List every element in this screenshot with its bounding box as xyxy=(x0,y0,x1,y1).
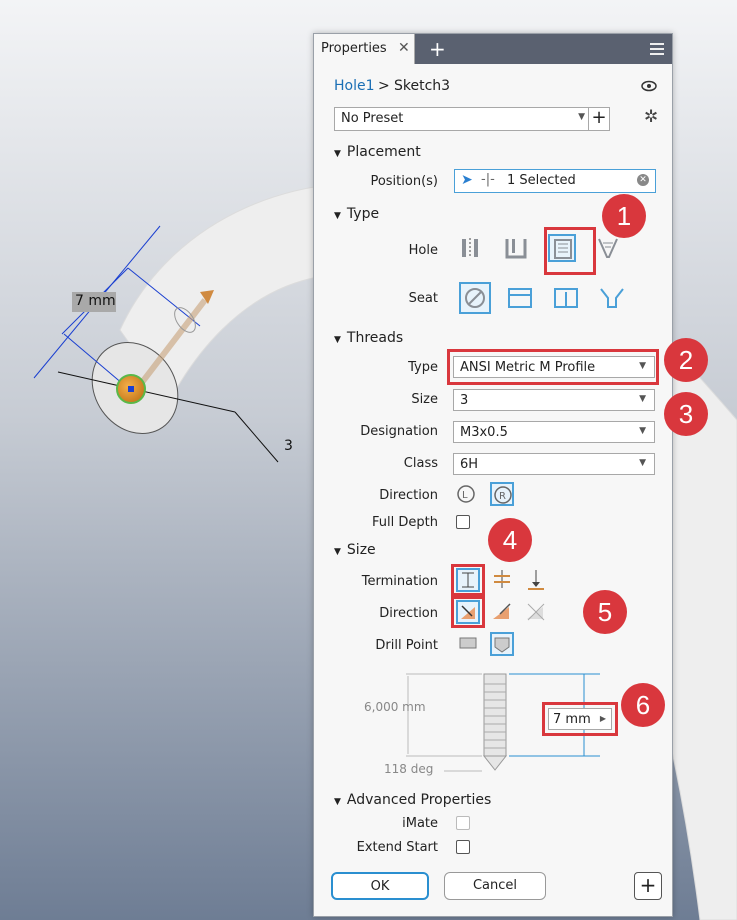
thread-size-label: Size xyxy=(411,392,438,407)
designation-label: Designation xyxy=(360,424,438,439)
callout-badge-4: 4 xyxy=(488,518,532,562)
direction-flipped-button[interactable] xyxy=(490,600,514,624)
position-label: Position(s) xyxy=(370,174,438,189)
dimension-label-box[interactable]: 7 mm xyxy=(72,292,116,312)
thread-direction-label: Direction xyxy=(379,488,438,503)
panel-titlebar: Properties ✕ + xyxy=(314,34,672,64)
sketch-label: 3 xyxy=(284,438,293,454)
callout-badge-6: 6 xyxy=(621,683,665,727)
cursor-arrow-icon: ➤ xyxy=(461,172,473,188)
breadcrumb-sketch: Sketch3 xyxy=(394,78,451,94)
callout-box-2 xyxy=(447,349,659,385)
type-section-header[interactable]: ▼ Type xyxy=(334,206,379,222)
menu-icon[interactable] xyxy=(650,43,664,55)
svg-text:R: R xyxy=(499,491,506,502)
position-value: 1 Selected xyxy=(507,173,576,188)
simple-hole-button[interactable] xyxy=(456,234,484,262)
breadcrumb-hole-link[interactable]: Hole1 xyxy=(334,78,375,94)
direction-symmetric-button[interactable] xyxy=(524,600,548,624)
designation-dropdown[interactable]: M3x0.5 ▼ xyxy=(453,421,655,443)
termination-to-button[interactable] xyxy=(524,568,548,592)
drill-point-angle-button[interactable] xyxy=(490,632,514,656)
callout-badge-5: 5 xyxy=(583,590,627,634)
callout-badge-2: 2 xyxy=(664,338,708,382)
callout-box-4 xyxy=(451,564,485,596)
termination-through-next-button[interactable] xyxy=(490,568,514,592)
depth-value[interactable]: 6,000 mm xyxy=(364,700,426,714)
full-depth-checkbox[interactable] xyxy=(456,515,470,529)
callout-box-1 xyxy=(544,227,596,275)
add-preset-icon[interactable]: + xyxy=(588,108,609,130)
size-direction-label: Direction xyxy=(379,606,438,621)
properties-panel: Properties ✕ + Hole1 > Sketch3 No Preset… xyxy=(313,33,673,917)
hole-label: Hole xyxy=(408,243,438,258)
chevron-down-icon: ▼ xyxy=(639,394,646,404)
spotface-seat-button[interactable] xyxy=(552,284,580,312)
imate-checkbox[interactable] xyxy=(456,816,470,830)
advanced-section-header[interactable]: ▼ Advanced Properties xyxy=(334,792,491,808)
taper-tapped-hole-button[interactable] xyxy=(594,234,622,262)
tab-properties[interactable]: Properties ✕ xyxy=(314,34,415,64)
class-label: Class xyxy=(403,456,438,471)
termination-label: Termination xyxy=(361,574,438,589)
add-icon[interactable]: + xyxy=(634,872,662,900)
thread-size-value: 3 xyxy=(460,393,469,408)
class-dropdown[interactable]: 6H ▼ xyxy=(453,453,655,475)
counterbore-seat-button[interactable] xyxy=(506,284,534,312)
class-value: 6H xyxy=(460,457,479,472)
seat-label: Seat xyxy=(408,291,438,306)
imate-label: iMate xyxy=(402,816,438,831)
extend-start-checkbox[interactable] xyxy=(456,840,470,854)
left-hand-thread-button[interactable]: L xyxy=(454,482,478,506)
chevron-down-icon: ▼ xyxy=(639,426,646,436)
thread-size-dropdown[interactable]: 3 ▼ xyxy=(453,389,655,411)
dimension-label: 7 mm xyxy=(75,293,116,309)
add-tab-icon[interactable]: + xyxy=(429,37,446,61)
cancel-button[interactable]: Cancel xyxy=(444,872,546,900)
threads-section-header[interactable]: ▼ Threads xyxy=(334,330,403,346)
breadcrumb-separator: > xyxy=(378,78,390,94)
clear-icon[interactable]: ✕ xyxy=(637,174,649,186)
center-point-marker xyxy=(128,386,134,392)
size-section-header[interactable]: ▼ Size xyxy=(334,542,376,558)
preset-value: No Preset xyxy=(341,111,404,126)
callout-badge-1: 1 xyxy=(602,194,646,238)
angle-value[interactable]: 118 deg xyxy=(384,762,433,776)
chevron-down-icon: ▼ xyxy=(639,458,646,468)
callout-box-5 xyxy=(451,596,485,628)
clearance-hole-button[interactable] xyxy=(502,234,530,262)
svg-text:L: L xyxy=(462,490,468,501)
full-depth-label: Full Depth xyxy=(372,515,438,530)
thread-type-label: Type xyxy=(408,360,438,375)
gear-icon[interactable]: ✲ xyxy=(644,107,658,127)
callout-badge-3: 3 xyxy=(664,392,708,436)
extend-start-label: Extend Start xyxy=(356,840,438,855)
drill-point-label: Drill Point xyxy=(375,638,438,653)
position-selector[interactable]: ➤ -|- 1 Selected ✕ xyxy=(454,169,656,193)
tab-label: Properties xyxy=(321,41,387,56)
countersink-seat-button[interactable] xyxy=(598,284,626,312)
point-icon: -|- xyxy=(481,172,495,187)
chevron-down-icon: ▼ xyxy=(578,112,585,122)
designation-value: M3x0.5 xyxy=(460,425,508,440)
eye-icon[interactable] xyxy=(641,80,657,92)
ok-button[interactable]: OK xyxy=(331,872,429,900)
placement-section-header[interactable]: ▼ Placement xyxy=(334,144,421,160)
callout-box-6 xyxy=(542,702,618,736)
close-icon[interactable]: ✕ xyxy=(398,40,410,56)
drill-point-flat-button[interactable] xyxy=(456,632,480,656)
no-seat-button[interactable] xyxy=(459,282,491,314)
preset-dropdown[interactable]: No Preset ▼ + xyxy=(334,107,610,131)
right-hand-thread-button[interactable]: R xyxy=(490,482,514,506)
